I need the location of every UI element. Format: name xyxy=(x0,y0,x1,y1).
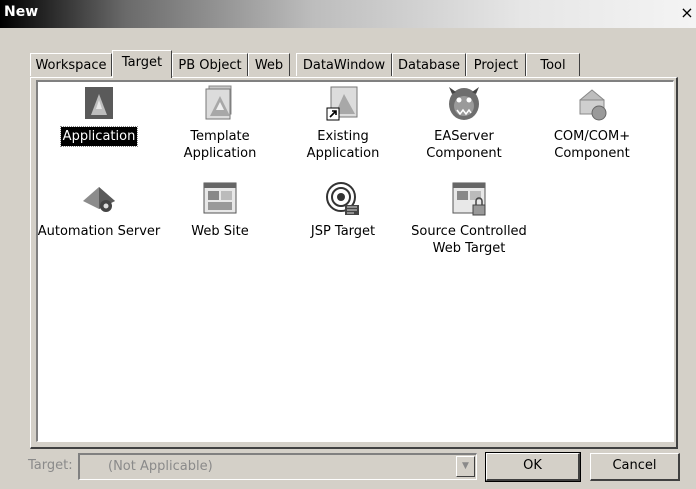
window-title: New xyxy=(4,4,39,20)
tab-project[interactable]: Project xyxy=(466,53,526,76)
item-label: Existing Application xyxy=(306,129,380,161)
target-combo[interactable]: (Not Applicable) ▼ xyxy=(78,453,477,480)
tab-web[interactable]: Web xyxy=(248,53,290,76)
item-application[interactable]: Application xyxy=(34,84,164,147)
close-button[interactable]: × xyxy=(680,5,694,23)
chevron-down-icon[interactable]: ▼ xyxy=(456,456,475,477)
item-easerver-component[interactable]: EAServer Component xyxy=(399,84,529,163)
web-site-icon xyxy=(203,182,237,214)
item-label: Source Controlled Web Target xyxy=(411,224,527,256)
easerver-component-icon xyxy=(449,87,479,120)
ok-button[interactable]: OK xyxy=(485,452,581,482)
template-application-icon xyxy=(205,85,232,120)
item-label: Automation Server xyxy=(37,224,161,239)
automation-server-icon xyxy=(83,187,115,212)
cancel-button[interactable]: Cancel xyxy=(590,453,680,481)
tab-database[interactable]: Database xyxy=(392,53,466,76)
item-existing-application[interactable]: Existing Application xyxy=(278,84,408,163)
item-com-component[interactable]: COM/COM+ Component xyxy=(527,84,657,163)
tab-tool[interactable]: Tool xyxy=(526,53,580,76)
target-label: Target: xyxy=(28,458,73,473)
item-label: Template Application xyxy=(183,129,257,161)
source-controlled-web-target-icon xyxy=(452,182,486,216)
existing-application-icon xyxy=(326,86,358,121)
tab-pb-object[interactable]: PB Object xyxy=(172,53,248,76)
target-item-list: Application Template Application Existin… xyxy=(36,80,674,442)
title-bar: New × xyxy=(0,0,696,28)
tab-datawindow[interactable]: DataWindow xyxy=(296,53,392,76)
item-template-application[interactable]: Template Application xyxy=(155,84,285,163)
item-label: EAServer Component xyxy=(426,129,502,161)
item-automation-server[interactable]: Automation Server xyxy=(34,179,164,241)
item-label: JSP Target xyxy=(310,224,376,239)
item-source-controlled-web-target[interactable]: Source Controlled Web Target xyxy=(404,179,534,258)
item-label: Web Site xyxy=(191,224,249,239)
item-label: Application xyxy=(59,126,139,147)
tab-workspace[interactable]: Workspace xyxy=(30,53,112,76)
jsp-target-icon xyxy=(326,182,359,215)
com-component-icon xyxy=(579,89,607,121)
item-label: COM/COM+ Component xyxy=(553,129,631,161)
target-combo-value: (Not Applicable) xyxy=(108,459,213,474)
item-jsp-target[interactable]: JSP Target xyxy=(278,179,408,241)
application-icon xyxy=(85,87,113,119)
item-web-site[interactable]: Web Site xyxy=(155,179,285,241)
tab-target[interactable]: Target xyxy=(112,50,172,78)
